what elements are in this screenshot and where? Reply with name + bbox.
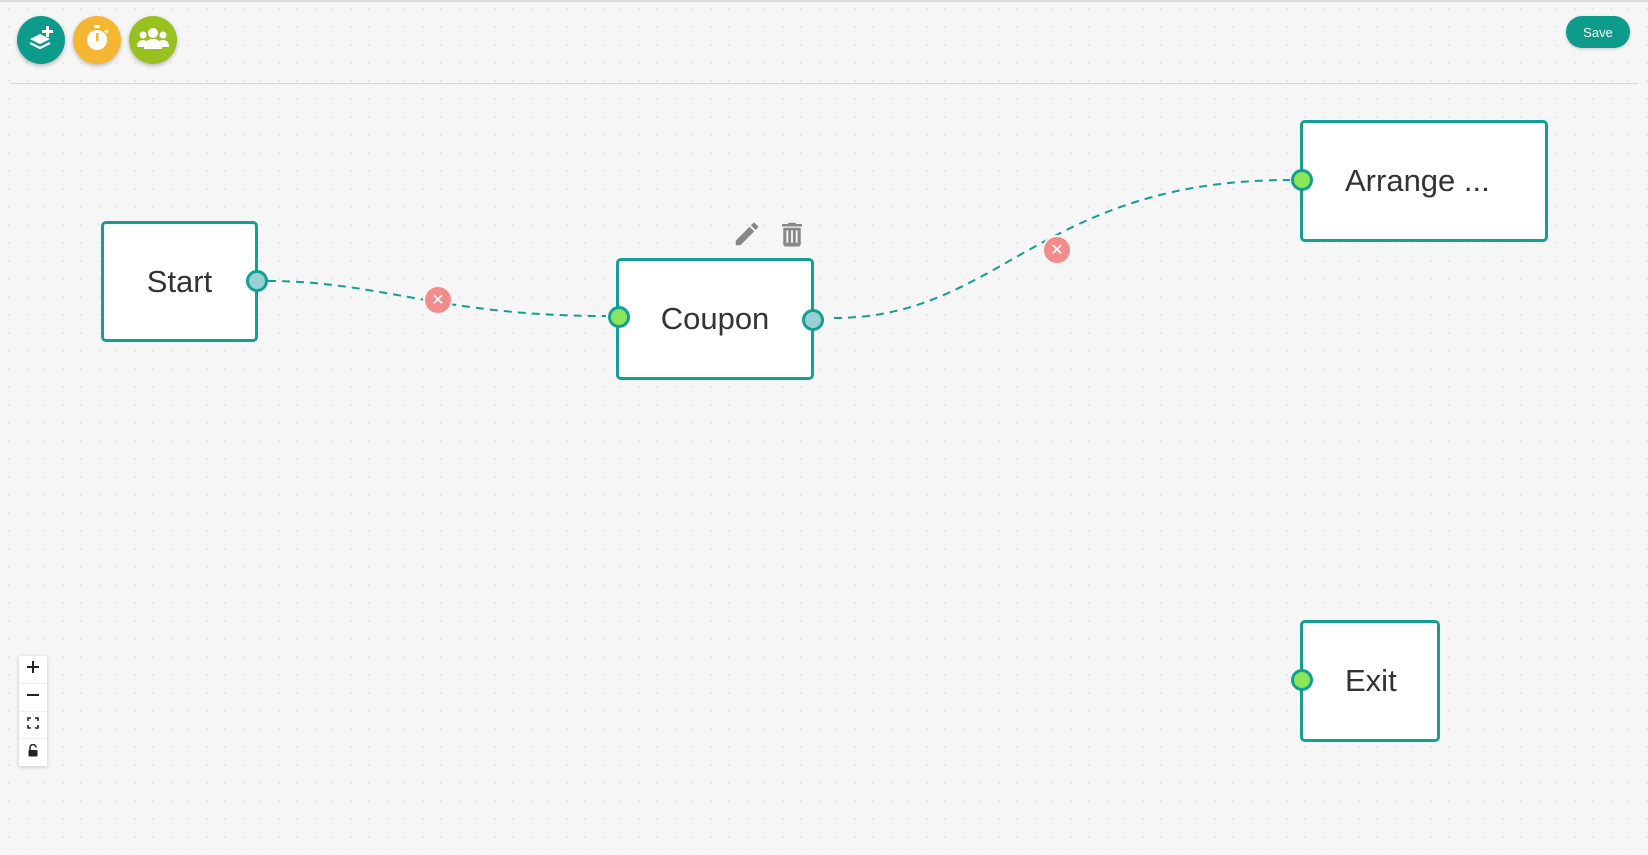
node-exit[interactable]: Exit [1300, 620, 1440, 742]
trash-icon [777, 219, 807, 254]
start-output-port[interactable] [246, 270, 268, 292]
node-coupon[interactable]: Coupon [616, 258, 814, 380]
users-group-icon [136, 25, 170, 56]
coupon-output-port[interactable] [802, 309, 824, 331]
remove-connection-coupon-arrange[interactable]: ✕ [1044, 237, 1070, 263]
fit-view-icon [27, 716, 39, 734]
zoom-out-icon [26, 688, 40, 707]
close-icon: ✕ [431, 292, 445, 309]
edit-node-button[interactable] [730, 219, 764, 253]
layers-plus-icon [26, 23, 56, 58]
zoom-controls [19, 656, 47, 766]
add-step-button[interactable] [17, 16, 65, 64]
flow-editor: Save ✕ ✕ Start Coupon Arrange ... Exit [0, 0, 1648, 855]
stopwatch-icon [83, 23, 111, 58]
add-audience-button[interactable] [129, 16, 177, 64]
fit-view-button[interactable] [19, 712, 47, 740]
zoom-in-button[interactable] [19, 656, 47, 684]
lock-button[interactable] [19, 739, 47, 766]
exit-input-port[interactable] [1291, 669, 1313, 691]
lock-icon [27, 743, 39, 762]
node-label: Arrange ... [1345, 163, 1490, 198]
top-border [0, 0, 1648, 2]
node-label: Exit [1345, 663, 1397, 698]
arrange-input-port[interactable] [1291, 169, 1313, 191]
remove-connection-start-coupon[interactable]: ✕ [425, 287, 451, 313]
zoom-in-icon [26, 660, 40, 679]
node-label: Start [146, 263, 213, 299]
delete-node-button[interactable] [775, 219, 809, 253]
zoom-out-button[interactable] [19, 684, 47, 712]
coupon-input-port[interactable] [608, 306, 630, 328]
toolbar-divider [10, 83, 1638, 84]
save-button[interactable]: Save [1566, 16, 1630, 48]
add-timer-button[interactable] [73, 16, 121, 64]
pencil-icon [732, 219, 762, 254]
node-label: Coupon [660, 301, 770, 336]
node-arrange[interactable]: Arrange ... [1300, 120, 1548, 242]
close-icon: ✕ [1050, 242, 1064, 259]
node-start[interactable]: Start [101, 221, 258, 342]
